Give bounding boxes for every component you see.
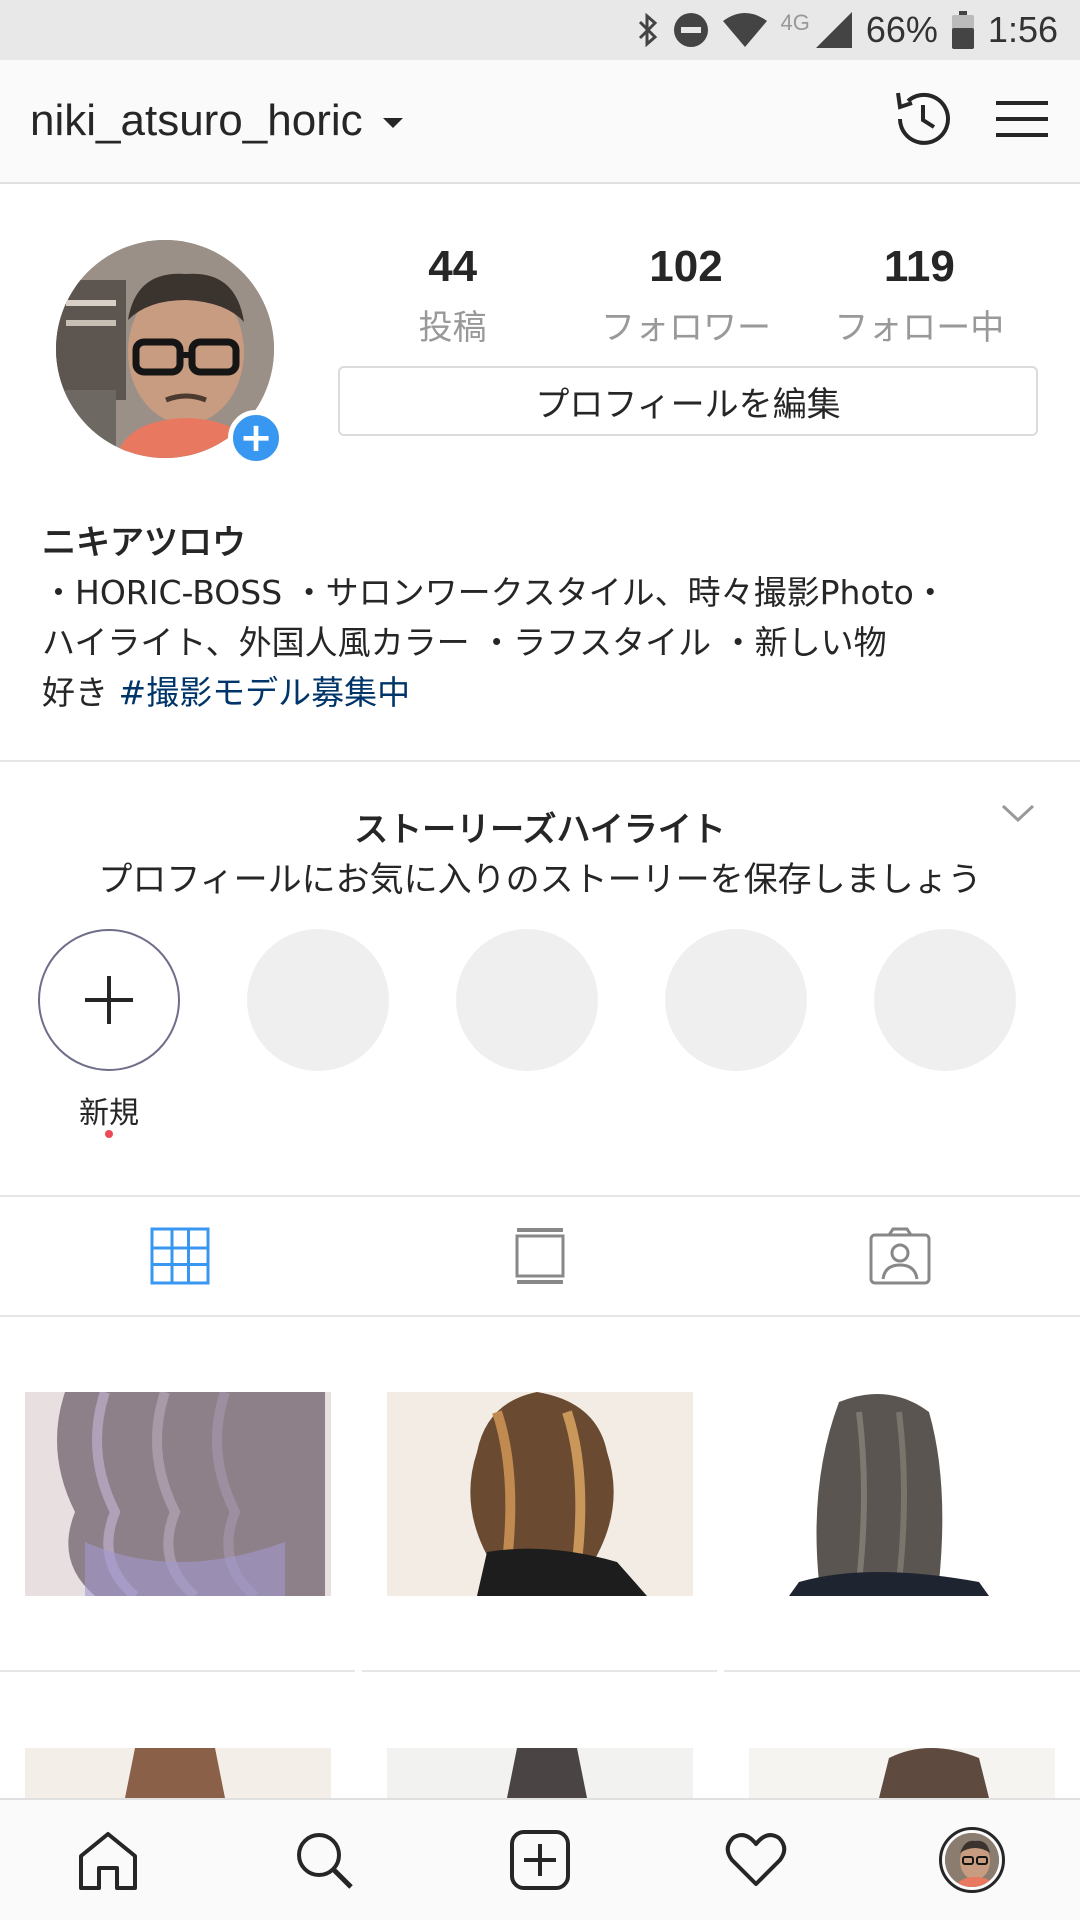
grid-divider [0,1670,355,1672]
highlights-subtitle: プロフィールにお気に入りのストーリーを保存しましょう [98,860,982,900]
highlight-placeholder [665,929,807,1071]
followers-count: 102 [649,242,723,291]
home-icon [79,1832,137,1890]
new-post-icon [510,1830,570,1890]
grid-icon [150,1227,210,1285]
bio-hashtag-link[interactable]: #撮影モデル募集中 [119,673,411,712]
tagged-photos-icon [869,1227,931,1285]
archive-clock-icon[interactable] [890,87,954,155]
post-thumbnail[interactable] [749,1392,1055,1596]
section-divider [0,760,1080,762]
new-highlight-label: 新規 [79,1096,139,1131]
stat-posts[interactable]: 44 投稿 [336,240,569,350]
nav-activity[interactable] [648,1832,864,1888]
bio-text: 好き [42,673,119,712]
edit-profile-button[interactable]: プロフィールを編集 [338,366,1038,436]
account-switcher[interactable]: niki_atsuro_horic [30,96,363,146]
grid-divider [362,1670,717,1672]
battery-percent: 66% [865,9,938,50]
nav-new-post[interactable] [432,1829,648,1891]
do-not-disturb-icon [673,12,709,48]
activity-heart-icon [725,1833,787,1886]
profile-avatar-container[interactable]: + [56,240,284,466]
profile-header-bar: niki_atsuro_horic [0,60,1080,184]
hamburger-menu-icon[interactable] [994,95,1050,147]
status-bar: 4G 66% 1:56 [0,0,1080,60]
following-count: 119 [883,242,955,291]
bio-line: 好き #撮影モデル募集中 [42,668,1042,718]
avatar-thumbnail [945,1833,999,1887]
profile-stats: 44 投稿 102 フォロワー 119 フォロー中 [336,240,1036,350]
posts-label: 投稿 [418,308,487,348]
grid-divider [724,1670,1080,1672]
signal-icon [815,12,852,48]
display-name: ニキアツロウ [42,523,246,563]
chevron-down-icon[interactable] [382,118,403,128]
bio-line: ・HORIC-BOSS ・サロンワークスタイル、時々撮影Photo・ [42,573,947,612]
post-thumbnail[interactable] [25,1748,331,1798]
highlights-title: ストーリーズハイライト [354,810,726,850]
plus-icon [85,976,133,1024]
post-thumbnail[interactable] [387,1392,693,1596]
bluetooth-icon [637,13,659,47]
post-thumbnail[interactable] [387,1748,693,1798]
following-label: フォロー中 [834,308,1005,348]
highlight-placeholder [874,929,1016,1071]
add-story-button[interactable]: + [228,410,284,466]
battery-icon [951,11,974,49]
network-type: 4G [780,10,810,35]
nav-search[interactable] [216,1830,432,1890]
stat-followers[interactable]: 102 フォロワー [569,240,802,350]
nav-profile[interactable] [864,1827,1080,1893]
posts-count: 44 [428,242,478,291]
highlight-placeholder [456,929,598,1071]
bio-line: ハイライト、外国人風カラー ・ラフスタイル ・新しい物 [42,623,887,662]
notification-dot [105,1130,113,1138]
bottom-navigation [0,1798,1080,1920]
tab-tagged[interactable] [720,1197,1080,1315]
post-thumbnail[interactable] [25,1392,331,1596]
post-thumbnail[interactable] [749,1748,1055,1798]
tab-grid[interactable] [0,1197,360,1315]
stat-following[interactable]: 119 フォロー中 [803,240,1036,350]
new-highlight-button[interactable] [38,929,180,1071]
wifi-icon [722,13,767,47]
profile-avatar[interactable] [939,1827,1005,1893]
tab-feed[interactable] [360,1197,720,1315]
nav-home[interactable] [0,1830,216,1890]
feed-list-icon [515,1228,565,1284]
profile-view-tabs [0,1195,1080,1317]
followers-label: フォロワー [600,308,771,348]
collapse-highlights-chevron-icon[interactable] [1000,798,1036,830]
search-icon [297,1833,353,1889]
profile-bio: ニキアツロウ ・HORIC-BOSS ・サロンワークスタイル、時々撮影Photo… [42,518,1042,718]
highlight-placeholder [247,929,389,1071]
clock: 1:56 [987,9,1058,50]
